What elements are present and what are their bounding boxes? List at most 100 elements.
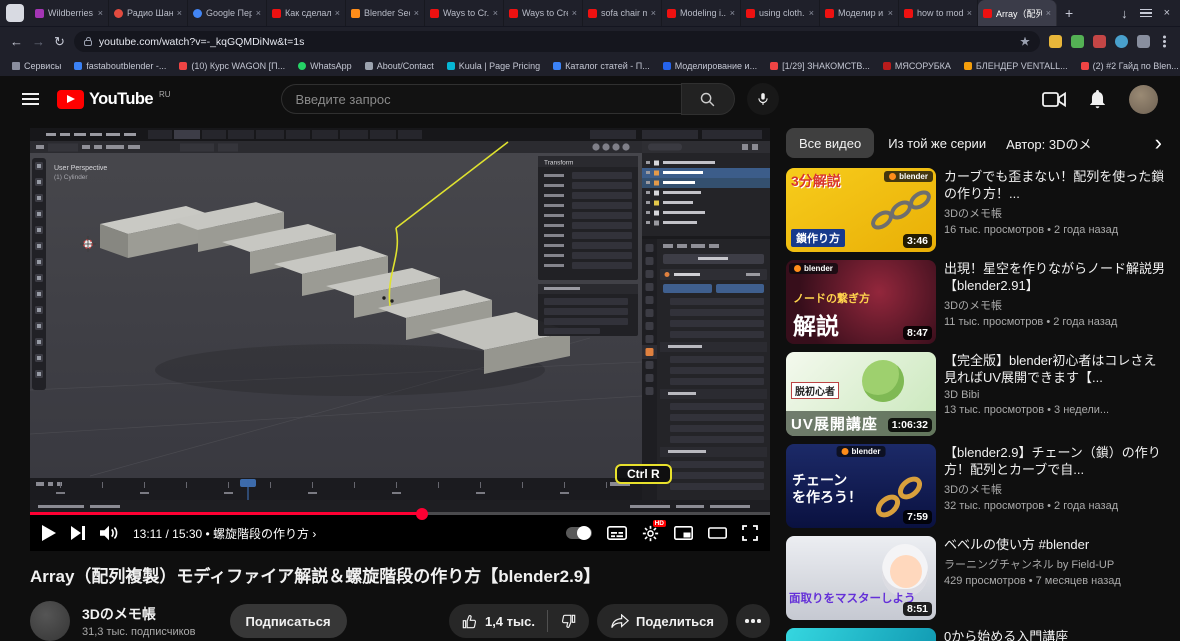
bookmark[interactable]: Kuula | Page Pricing [446,61,540,71]
mic-button[interactable] [746,83,779,115]
related-channel[interactable]: 3D Bibi [944,389,1166,401]
tab-close-icon[interactable]: × [98,8,103,18]
create-video-icon[interactable] [1042,91,1066,108]
bookmark[interactable]: Каталог статей - П... [553,61,650,71]
bookmark[interactable]: Сервисы [12,61,61,71]
related-video[interactable]: blender チェーン を作ろう！ 7:59 【blender2.9】チェーン… [786,444,1166,528]
browser-tab[interactable]: Ways to Cr...× [425,0,504,26]
chips-scroll-right-icon[interactable]: › [1151,132,1166,154]
related-channel[interactable]: 3Dのメモ帳 [944,205,1166,221]
search-button[interactable] [680,83,735,115]
bookmark[interactable]: МЯСОРУБКА [882,61,951,71]
notifications-bell-icon[interactable] [1088,89,1107,110]
related-channel[interactable]: 3Dのメモ帳 [944,481,1166,497]
video-thumbnail[interactable]: blender ノードの繋ぎ方 解説 8:47 [786,260,936,344]
like-button[interactable]: 1,4 тыс. [449,604,547,638]
video-thumbnail[interactable] [786,628,936,641]
browser-panels-icon[interactable] [1139,9,1152,17]
new-tab-button[interactable]: + [1057,5,1081,21]
settings-button[interactable]: HD [642,519,666,542]
related-title[interactable]: 【blender2.9】チェーン（鎖）の作り方！配列とカーブで自... [944,444,1166,478]
url-box[interactable]: youtube.com/watch?v=-_kqGQMDiNw&t=1s [73,31,1040,52]
related-channel[interactable]: 3Dのメモ帳 [944,297,1166,313]
more-actions-button[interactable] [736,604,770,638]
tab-close-icon[interactable]: × [256,8,261,18]
volume-button[interactable] [100,525,118,541]
theater-mode-button[interactable] [708,526,727,540]
related-video[interactable]: blender ノードの繋ぎ方 解説 8:47 出現！星空を作りながらノード解説… [786,260,1166,344]
chip-same-series[interactable]: Из той же серии [882,128,992,158]
autoplay-toggle[interactable] [566,526,592,540]
fullscreen-button[interactable] [742,525,758,541]
miniplayer-button[interactable] [674,526,693,540]
related-channel[interactable]: ラーニングチャンネル by Field-UP [944,556,1121,572]
downloads-icon[interactable]: ↓ [1121,7,1128,20]
video-player[interactable]: User Perspective (1) Cylinder Transform … [30,128,770,551]
subtitles-button[interactable] [607,526,627,540]
extension-icon[interactable] [1071,35,1084,48]
tab-close-icon[interactable]: × [809,8,814,18]
chip-author[interactable]: Автор: 3Dのメ [1000,128,1097,158]
extension-icon[interactable] [1093,35,1106,48]
refresh-icon[interactable]: ↻ [54,35,65,48]
tab-close-icon[interactable]: × [572,8,577,18]
pinned-tab-icon[interactable] [6,4,24,22]
chip-all-videos[interactable]: Все видео [786,128,875,158]
browser-tab[interactable]: Google Пер...× [188,0,267,26]
browser-tab[interactable]: Радио Шан...× [109,0,188,26]
extension-icon[interactable] [1137,35,1150,48]
subscribe-button[interactable]: Подписаться [229,604,347,638]
url-text[interactable]: youtube.com/watch?v=-_kqGQMDiNw&t=1s [99,36,304,48]
share-button[interactable]: Поделиться [596,604,728,638]
play-button[interactable] [42,525,56,541]
related-video[interactable]: 面取りをマスターしよう 8:51 ベベルの使い方 #blender ラーニングチ… [786,536,1166,620]
dislike-button[interactable] [548,604,589,638]
browser-tab[interactable]: Wildberries × [30,0,109,26]
bookmark[interactable]: (10) Курс WAGON [П... [179,61,285,71]
tab-close-icon[interactable]: × [651,8,656,18]
related-title[interactable]: 0から始める入門講座 [944,628,1068,641]
tab-close-icon[interactable]: × [1046,8,1051,18]
tab-close-icon[interactable]: × [493,8,498,18]
youtube-logo[interactable]: YouTube RU [57,89,171,109]
related-title[interactable]: 【完全版】blender初心者はコレさえ見ればUV展開できます【... [944,352,1166,386]
browser-tab[interactable]: Как сделал...× [267,0,346,26]
chapter-title[interactable]: • 螺旋階段の作り方 › [206,527,317,541]
browser-tab[interactable]: Blender Sec...× [346,0,425,26]
browser-tab[interactable]: using cloth... × [741,0,820,26]
tab-close-icon[interactable]: × [730,8,735,18]
forward-icon[interactable]: → [32,35,45,48]
video-thumbnail[interactable]: 脱初心者 UV展開講座 1:06:32 [786,352,936,436]
browser-tab[interactable]: Ways to Cre...× [504,0,583,26]
channel-name[interactable]: 3Dのメモ帳 [82,604,196,624]
browser-menu-icon[interactable] [1163,40,1166,43]
browser-tab[interactable]: Моделир и...× [820,0,899,26]
browser-tab[interactable]: how to mod...× [899,0,978,26]
tab-close-icon[interactable]: × [335,8,340,18]
video-thumbnail[interactable]: 面取りをマスターしよう 8:51 [786,536,936,620]
browser-tab[interactable]: Modeling i... × [662,0,741,26]
channel-avatar[interactable] [30,601,70,641]
video-thumbnail[interactable]: 3分解説 鎖作り方 blender 3:46 [786,168,936,252]
menu-hamburger-icon[interactable] [22,92,39,106]
related-video[interactable]: 3分解説 鎖作り方 blender 3:46 カーブでも歪まない！配列を使った鎖… [786,168,1166,252]
back-icon[interactable]: ← [10,35,23,48]
browser-tab-active[interactable]: Array（配列...× [978,0,1057,26]
related-title[interactable]: 出現！星空を作りながらノード解説男【blender2.91】 [944,260,1166,294]
bookmark[interactable]: WhatsApp [298,61,352,71]
related-video[interactable]: 脱初心者 UV展開講座 1:06:32 【完全版】blender初心者はコレさえ… [786,352,1166,436]
extension-icon[interactable] [1115,35,1128,48]
next-button[interactable] [71,526,85,540]
bookmark[interactable]: [1/29] ЗНАКОМСТВ... [770,61,870,71]
browser-tab[interactable]: sofa chair m...× [583,0,662,26]
extension-icon[interactable] [1049,35,1062,48]
tab-close-icon[interactable]: × [967,8,972,18]
bookmark[interactable]: (2) #2 Гайд по Blen... [1080,61,1179,71]
tab-close-icon[interactable]: × [414,8,419,18]
bookmark[interactable]: БЛЕНДЕР VENTALL... [963,61,1068,71]
bookmark[interactable]: About/Contact [364,61,434,71]
search-input[interactable] [280,84,681,114]
tab-close-icon[interactable]: × [177,8,182,18]
video-thumbnail[interactable]: blender チェーン を作ろう！ 7:59 [786,444,936,528]
tab-close-icon[interactable]: × [888,8,893,18]
